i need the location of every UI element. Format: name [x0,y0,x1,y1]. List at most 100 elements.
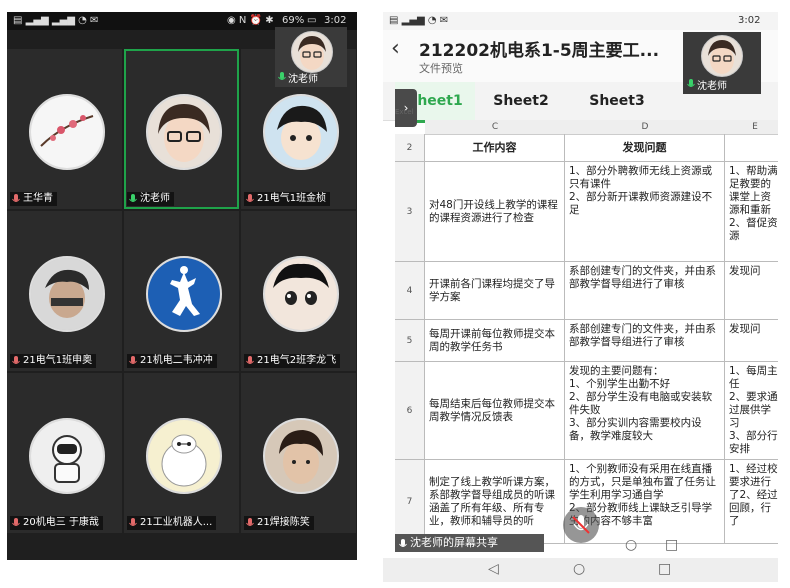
participant-name-tag: 20机电三 于康哉 [10,516,103,530]
system-nav-bar: ◁ ○ □ [383,558,778,582]
inner-nav-bar: ○ □ [395,535,778,559]
floating-cam-name: 沈老师 [288,74,318,85]
back-nav-icon[interactable]: ◁ [488,561,499,577]
home-icon[interactable]: ○ [625,537,637,553]
back-arrow-icon[interactable]: ‹ [391,36,400,61]
participant-name-tag: 21电气2班李龙飞 [244,354,341,368]
participant-tile[interactable]: 21焊接陈笑 [241,373,356,533]
mic-off-icon [129,355,137,367]
row-number[interactable]: 2 [395,134,425,162]
participant-tile[interactable]: 沈老师 [124,49,239,209]
participant-tile[interactable]: 21机电二韦冲冲 [124,211,239,371]
participant-name: 沈老师 [140,193,170,204]
boy-photo-avatar [29,256,105,332]
floating-cam-name: 沈老师 [697,81,727,92]
participant-tile[interactable]: 王华青 [7,49,122,209]
participant-name: 21电气1班申奥 [23,355,93,366]
mic-off-icon [246,517,254,529]
participant-tile[interactable]: 20机电三 于康哉 [7,373,122,533]
participant-grid: 王华青 沈老师 21电气1班金桢 21电气1班申奥 21机电二韦冲冲 21电气2班李龙飞 2… [7,49,357,547]
table-cell[interactable]: 对48门开设线上教学的课程的课程资源进行了检查 [425,162,565,262]
teacher-avatar [701,35,743,77]
battery-label: 69% [282,15,305,26]
status-icons: ◉ N ⏰ ✱ [227,15,274,26]
recents-icon[interactable]: □ [665,537,678,553]
teacher-avatar [291,31,333,73]
mic-off-icon [246,193,254,205]
participant-tile[interactable]: 21电气1班申奥 [7,211,122,371]
status-bar: ▤ ▂▄▆ ◔ ✉ 3:02 [383,12,778,30]
participant-name-tag: 21电气1班金桢 [244,192,331,206]
participant-name-tag: 21机电二韦冲冲 [127,354,217,368]
page-indicator [147,552,197,560]
battery-icon: ▭ [307,15,317,26]
boy-portrait-avatar [263,418,339,494]
mic-off-icon [12,355,20,367]
participant-name-tag: 21焊接陈笑 [244,516,314,530]
girl-glasses-avatar [146,94,222,170]
signal-icons: ▤ ▂▄▆ ▂▄▆ ◔ ✉ [13,15,99,26]
row-number[interactable]: 3 [395,162,425,262]
row-number[interactable]: 5 [395,320,425,362]
tab-sheet2[interactable]: Sheet2 [481,82,561,120]
signal-icons: ▤ ▂▄▆ ◔ ✉ [389,15,449,26]
manga-face-avatar [263,256,339,332]
row-number[interactable]: 4 [395,262,425,320]
participant-tile[interactable]: 21工业机器人... [124,373,239,533]
table-cell[interactable]: 开课前各门课程均提交了导学方案 [425,262,565,320]
astronaut-avatar [29,418,105,494]
floating-camera-view[interactable]: 沈老师 [683,32,761,94]
mic-on-icon [129,193,137,205]
participant-name: 21工业机器人... [140,517,213,528]
participant-name-tag: 21电气1班申奥 [10,354,97,368]
participant-name: 王华青 [23,193,53,204]
clock: 3:02 [324,15,347,26]
table-cell[interactable]: 发现的主要问题有： 1、个别学生出勤不好 2、部分学生没有电脑或安装软件失败 3… [565,362,725,460]
mic-off-icon [246,355,254,367]
spreadsheet: C D E 2 工作内容 发现问题 3 对48门开设线上教学的课程的课程资源进行了检查 1、部分… [395,120,778,545]
participant-name-tag: 21工业机器人... [127,516,217,530]
mic-on-icon [687,79,695,90]
left-phone-screen: ▤ ▂▄▆ ▂▄▆ ◔ ✉ ◉ N ⏰ ✱ 69% ▭ 3:02 王华青 沈老师 2… [7,12,357,560]
table-cell[interactable]: 系部创建专门的文件夹，并由系部教学督导组进行了审核 [565,262,725,320]
mic-off-icon [12,517,20,529]
mic-off-icon [129,517,137,529]
table-cell[interactable]: 发现问 [725,262,778,320]
table-cell[interactable]: 1、经过校要求进行了2、经过回顾，行了 [725,460,778,544]
file-title: 212202机电系1-5周主要工... [419,41,660,61]
row-number[interactable]: 7 [395,460,425,544]
table-cell[interactable]: 每周结束后每位教师提交本周教学情况反馈表 [425,362,565,460]
participant-tile[interactable]: 21电气2班李龙飞 [241,211,356,371]
clock: 3:02 [738,15,761,26]
table-cell[interactable]: 1、每周主任 2、要求通过展供学习 3、部分行安排 [725,362,778,460]
column-header[interactable]: D [565,120,726,135]
table-cell[interactable]: 1、帮助满足教要的课堂上资源和重新2、督促资源 [725,162,778,262]
participant-name: 21焊接陈笑 [257,517,310,528]
excel-label: Excel [395,108,414,116]
participant-name: 21电气1班金桢 [257,193,327,204]
participant-name: 21电气2班李龙飞 [257,355,337,366]
column-header[interactable]: C [425,120,566,135]
participant-name: 20机电三 于康哉 [23,517,99,528]
right-phone-screen: ▤ ▂▄▆ ◔ ✉ 3:02 ‹ 212202机电系1-5周主要工... 文件预… [383,12,778,582]
column-header[interactable]: E [725,120,778,135]
table-cell[interactable]: 制定了线上教学听课方案，系部教学督导组成员的听课涵盖了所有年级、所有专业，教师和… [425,460,565,544]
anime-boy-avatar [263,94,339,170]
table-cell[interactable] [725,134,778,162]
table-cell[interactable]: 系部创建专门的文件夹，并由系部教学督导组进行了审核 [565,320,725,362]
baymax-avatar [146,418,222,494]
tab-sheet3[interactable]: Sheet3 [567,82,667,120]
table-cell[interactable]: 1、部分外聘教师无线上资源或只有课件 2、部分新开课教师资源建设不足 [565,162,725,262]
home-nav-icon[interactable]: ○ [573,561,585,577]
file-subtitle: 文件预览 [419,62,463,75]
table-cell[interactable]: 发现问题 [565,134,725,162]
recents-nav-icon[interactable]: □ [658,561,671,577]
floating-camera-view[interactable]: 沈老师 [275,27,347,87]
row-number[interactable]: 6 [395,362,425,460]
participant-name-tag: 王华青 [10,192,57,206]
table-cell[interactable]: 每周开课前每位教师提交本周的教学任务书 [425,320,565,362]
participant-name: 21机电二韦冲冲 [140,355,213,366]
table-cell[interactable]: 工作内容 [425,134,565,162]
mic-off-icon [12,193,20,205]
table-cell[interactable]: 发现问 [725,320,778,362]
